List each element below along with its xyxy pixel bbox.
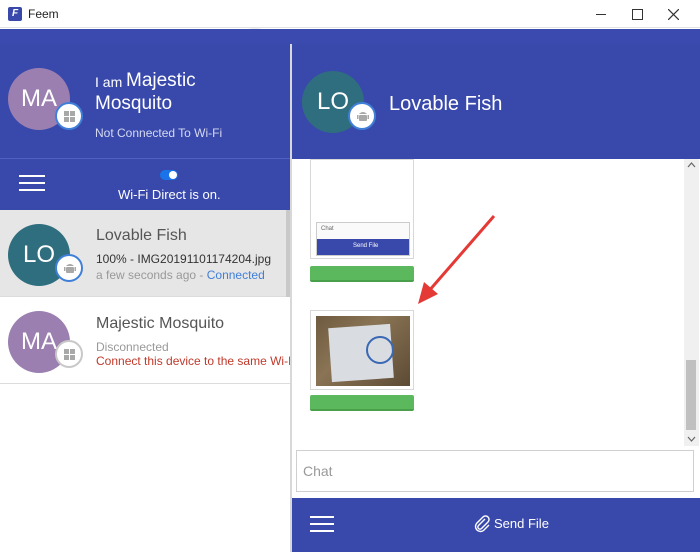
device-time: a few seconds ago - [96,268,207,282]
paperclip-icon [474,515,490,533]
chat-input[interactable] [296,450,694,492]
transfer-progress-bar [310,266,414,282]
transfer-status: 100% - IMG20191101174204.jpg [96,252,272,266]
device-avatar-initials: MA [21,328,57,355]
my-avatar-initials: MA [21,85,57,112]
close-icon[interactable] [656,0,690,28]
send-file-label: Send File [494,516,549,531]
hamburger-icon[interactable] [310,516,334,534]
wifi-direct-status: Wi-Fi Direct is on. [118,187,221,202]
scroll-down-icon[interactable] [687,434,696,443]
hamburger-icon[interactable] [19,175,45,193]
device-avatar-initials: LO [22,241,55,268]
connection-state: Disconnected [96,340,169,354]
app-logo-icon: F [8,7,22,21]
peer-name: Lovable Fish [389,93,503,115]
mini-send-label: Send File [353,243,379,249]
top-accent-strip [0,29,700,44]
mini-chat-label: Chat [321,226,334,232]
maximize-icon[interactable] [620,0,654,28]
my-name-line2: Mosquito [95,93,173,114]
minimize-icon[interactable] [584,0,618,28]
screenshot-thumbnail: Chat Send File [316,222,410,256]
transfer-progress-bar [310,395,414,411]
transfer-thumbnail[interactable]: Chat Send File [310,159,414,259]
photo-thumbnail [316,316,410,386]
scroll-up-icon[interactable] [687,161,696,170]
connection-hint: Connect this device to the same Wi-F... [96,354,305,368]
device-time-line: a few seconds ago - Connected [96,268,265,282]
peer-avatar-initials: LO [316,88,349,115]
wifi-direct-toggle[interactable] [160,170,178,180]
wifi-status: Not Connected To Wi-Fi [95,126,223,140]
device-name: Lovable Fish [96,227,187,244]
scrollbar-thumb[interactable] [686,360,696,430]
red-arrow-annotation [418,215,496,304]
connection-state: Connected [206,268,265,282]
transfer-thumbnail[interactable] [310,310,414,390]
my-name-prefix: I am [95,74,123,90]
windows-icon [55,340,83,368]
device-name: Majestic Mosquito [96,315,225,332]
title-bar: F Feem [0,0,700,28]
android-icon [55,254,83,282]
window-title: Feem [28,7,59,21]
android-icon [348,102,376,130]
windows-icon [55,102,83,130]
my-name-line1: Majestic [126,70,196,91]
